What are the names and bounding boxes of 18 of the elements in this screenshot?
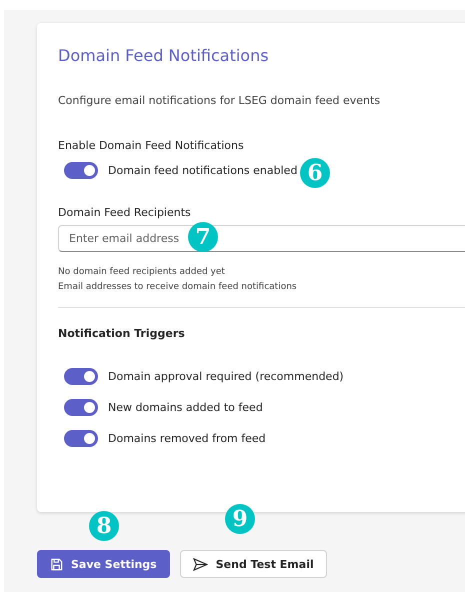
field-label: Enable Domain Feed Notifications bbox=[58, 139, 245, 152]
hint-text: Email addresses to receive domain feed notifications bbox=[58, 282, 298, 292]
toggle-switch[interactable] bbox=[64, 399, 98, 416]
toggle-label: Domain approval required (recommended) bbox=[108, 370, 344, 383]
toggle-label: New domains added to feed bbox=[108, 401, 263, 414]
section-heading: Notification Triggers bbox=[58, 327, 186, 340]
toggle-label: Domains removed from feed bbox=[108, 432, 266, 445]
card-title: Domain Feed Notifications bbox=[58, 46, 270, 65]
field-label: Domain Feed Recipients bbox=[58, 206, 192, 219]
toggle-label: Domain feed notifications enabled bbox=[108, 164, 298, 177]
paper-plane-icon bbox=[192, 558, 208, 570]
empty-note: No domain feed recipients added yet bbox=[58, 267, 226, 277]
toggle-switch[interactable] bbox=[64, 162, 98, 179]
save-button[interactable]: Save Settings bbox=[37, 550, 170, 578]
toggle-switch[interactable] bbox=[64, 430, 98, 447]
send-button[interactable]: Send Test Email bbox=[180, 550, 327, 578]
toggle-switch[interactable] bbox=[64, 368, 98, 385]
card-description: Configure email notifications for LSEG domain feed events bbox=[58, 94, 382, 107]
